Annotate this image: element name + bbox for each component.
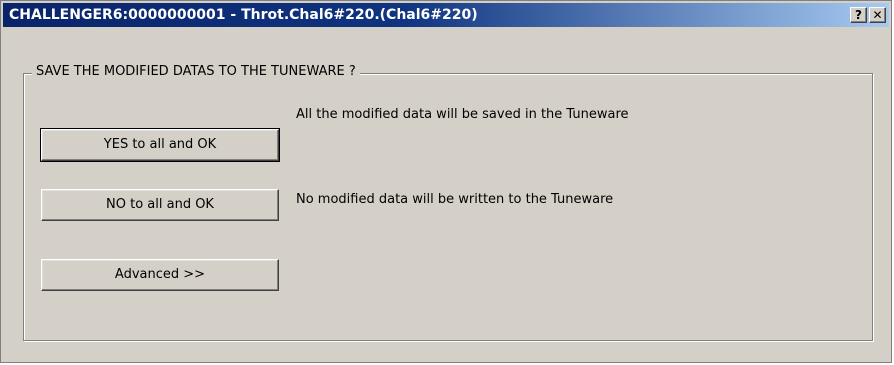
title-bar[interactable]: CHALLENGER6:0000000001 - Throt.Chal6#220… [3, 3, 889, 27]
no-to-all-button[interactable]: NO to all and OK [41, 189, 279, 221]
groupbox-legend: SAVE THE MODIFIED DATAS TO THE TUNEWARE … [32, 64, 360, 80]
close-icon: ✕ [872, 8, 883, 22]
no-description: No modified data will be written to the … [296, 192, 614, 207]
help-icon: ? [855, 8, 862, 22]
yes-to-all-button[interactable]: YES to all and OK [40, 128, 280, 162]
yes-description: All the modified data will be saved in t… [296, 107, 629, 122]
close-button[interactable]: ✕ [869, 7, 886, 23]
window-title: CHALLENGER6:0000000001 - Throt.Chal6#220… [9, 7, 478, 23]
advanced-button[interactable]: Advanced >> [41, 259, 279, 291]
help-button[interactable]: ? [850, 7, 867, 23]
